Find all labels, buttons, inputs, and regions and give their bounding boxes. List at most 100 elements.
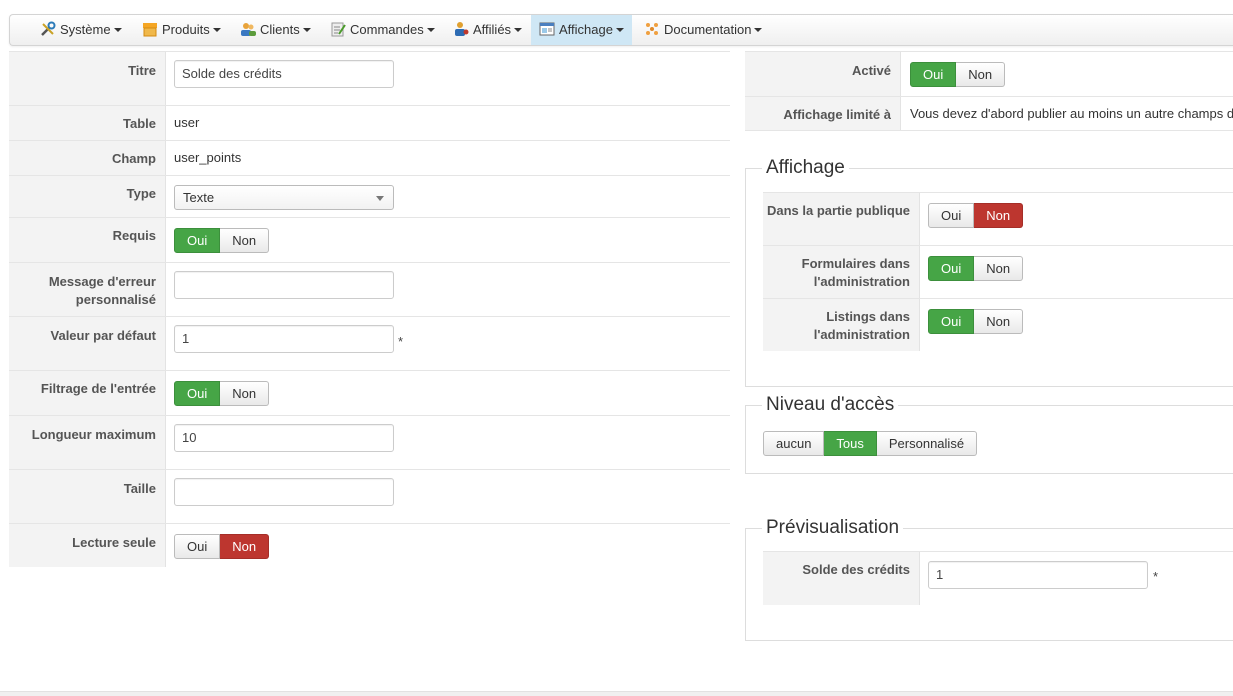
menu-commandes[interactable]: Commandes [322, 15, 443, 45]
preview-legend: Prévisualisation [762, 517, 904, 539]
listings-toggle: Oui Non [928, 309, 1024, 334]
field-label: Titre [9, 52, 166, 105]
chevron-down-icon [754, 28, 763, 32]
field-label: Longueur maximum [9, 416, 166, 469]
row-filtrage: Filtrage de l'entrée Oui Non [9, 370, 730, 415]
public-yes-button[interactable]: Oui [928, 203, 975, 228]
chevron-down-icon [426, 28, 435, 32]
footer-divider [0, 691, 1233, 696]
field-label: Type [9, 176, 166, 217]
requis-no-button[interactable]: Non [220, 228, 270, 253]
access-custom-button[interactable]: Personnalisé [876, 431, 978, 456]
access-fieldset: Niveau d'accès aucun Tous Personnalisé [745, 394, 1233, 474]
row-message: Message d'erreur personnalisé [9, 262, 730, 316]
field-label: Table [9, 106, 166, 140]
row-limit: Affichage limité à Vous devez d'abord pu… [745, 96, 1233, 131]
chevron-down-icon [113, 28, 122, 32]
requis-yes-button[interactable]: Oui [174, 228, 221, 253]
row-active: Activé Oui Non [745, 51, 1233, 96]
display-fieldset: Affichage Dans la partie publique Oui No… [745, 157, 1233, 387]
row-champ: Champ user_points [9, 140, 730, 175]
affiliates-icon [455, 22, 469, 36]
access-none-button[interactable]: aucun [763, 431, 825, 456]
menu-label: Documentation [664, 22, 752, 37]
box-icon [143, 23, 157, 37]
listings-no-button[interactable]: Non [974, 309, 1024, 334]
menu-documentation[interactable]: Documentation [636, 15, 770, 45]
access-level-group: aucun Tous Personnalisé [763, 431, 978, 456]
field-label: Requis [9, 218, 166, 262]
required-marker: * [1153, 569, 1159, 584]
row-forms: Formulaires dans l'administration Oui No… [763, 245, 1233, 298]
access-legend: Niveau d'accès [762, 394, 899, 416]
main-menu-bar: Système Produits Clients Commandes Affil… [9, 14, 1233, 46]
field-label: Listings dans l'administration [763, 299, 920, 351]
forms-yes-button[interactable]: Oui [928, 256, 975, 281]
menu-produits[interactable]: Produits [134, 15, 229, 45]
forms-no-button[interactable]: Non [974, 256, 1024, 281]
filtrage-no-button[interactable]: Non [220, 381, 270, 406]
row-listings: Listings dans l'administration Oui Non [763, 298, 1233, 351]
menu-label: Système [60, 22, 111, 37]
field-label: Champ [9, 141, 166, 175]
public-toggle: Oui Non [928, 203, 1024, 228]
field-label: Affichage limité à [745, 97, 901, 130]
chevron-down-icon [514, 28, 523, 32]
lecture-toggle: Oui Non [174, 534, 270, 559]
field-label: Filtrage de l'entrée [9, 371, 166, 415]
table-value: user [174, 115, 200, 130]
users-icon [241, 23, 256, 36]
field-label: Lecture seule [9, 524, 166, 567]
longueur-input[interactable]: 10 [174, 424, 394, 452]
champ-value: user_points [174, 150, 242, 165]
taille-input[interactable] [174, 478, 394, 506]
message-input[interactable] [174, 271, 394, 299]
field-label: Solde des crédits [763, 552, 920, 605]
row-defaut: Valeur par défaut 1 * [9, 316, 730, 370]
menu-label: Commandes [350, 22, 424, 37]
row-public: Dans la partie publique Oui Non [763, 192, 1233, 245]
menu-label: Produits [162, 22, 210, 37]
lecture-yes-button[interactable]: Oui [174, 534, 221, 559]
type-select[interactable]: Texte [174, 185, 394, 210]
public-no-button[interactable]: Non [974, 203, 1024, 228]
display-legend: Affichage [762, 157, 849, 179]
row-taille: Taille [9, 469, 730, 523]
listings-yes-button[interactable]: Oui [928, 309, 975, 334]
filtrage-yes-button[interactable]: Oui [174, 381, 221, 406]
menu-affichage[interactable]: Affichage [531, 15, 632, 45]
order-icon [331, 22, 346, 37]
chevron-down-icon [212, 28, 221, 32]
menu-label: Affiliés [473, 22, 512, 37]
menu-label: Clients [260, 22, 300, 37]
field-label: Taille [9, 470, 166, 523]
chevron-down-icon [302, 28, 311, 32]
menu-affilies[interactable]: Affiliés [445, 15, 530, 45]
required-marker: * [398, 334, 404, 349]
lecture-no-button[interactable]: Non [220, 534, 270, 559]
row-table: Table user [9, 105, 730, 140]
row-requis: Requis Oui Non [9, 217, 730, 262]
row-type: Type Texte [9, 175, 730, 217]
access-all-button[interactable]: Tous [824, 431, 877, 456]
field-label: Formulaires dans l'administration [763, 246, 920, 298]
forms-toggle: Oui Non [928, 256, 1024, 281]
field-label: Valeur par défaut [9, 317, 166, 370]
filtrage-toggle: Oui Non [174, 381, 270, 406]
preview-input[interactable]: 1 [928, 561, 1148, 589]
row-titre: Titre Solde des crédits [9, 51, 730, 105]
type-select-value: Texte [183, 190, 215, 205]
chevron-down-icon [376, 196, 384, 201]
menu-systeme[interactable]: Système [32, 15, 130, 45]
active-toggle: Oui Non [910, 62, 1006, 87]
row-preview: Solde des crédits 1 * [763, 551, 1233, 605]
defaut-input[interactable]: 1 [174, 325, 394, 353]
active-yes-button[interactable]: Oui [910, 62, 957, 87]
tools-icon [41, 21, 56, 36]
documentation-icon [646, 23, 658, 35]
menu-clients[interactable]: Clients [232, 15, 319, 45]
titre-input[interactable]: Solde des crédits [174, 60, 394, 88]
chevron-down-icon [615, 28, 624, 32]
active-no-button[interactable]: Non [956, 62, 1006, 87]
requis-toggle: Oui Non [174, 228, 270, 253]
